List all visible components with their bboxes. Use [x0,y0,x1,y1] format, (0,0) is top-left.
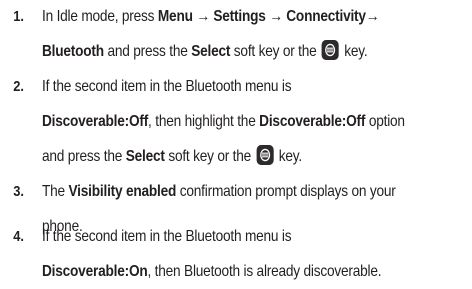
step-1: 1. In Idle mode, press Menu → Settings →… [0,0,472,69]
menu-path: Bluetooth [42,43,104,60]
step-text-line: Discoverable:Off, then highlight the Dis… [42,113,405,130]
step-text-line: Discoverable:On, then Bluetooth is alrea… [42,263,382,280]
step-text-line: If the second item in the Bluetooth menu… [42,228,292,245]
select-key-label: Select [191,43,231,60]
step-number: 4. [13,228,24,245]
step-number: 2. [13,78,24,95]
option-label: Discoverable:Off [259,113,366,130]
step-4: 4. If the second item in the Bluetooth m… [0,219,472,289]
select-key-label: Select [125,148,165,165]
step-text-line: and press the Select soft key or the key… [42,139,410,174]
step-text-line: Bluetooth and press the Select soft key … [42,34,410,69]
select-key-icon [321,40,339,60]
step-text-line: The Visibility enabled confirmation prom… [42,183,396,200]
step-text-line: If the second item in the Bluetooth menu… [42,78,292,95]
step-number: 1. [13,8,24,25]
step-2: 2. If the second item in the Bluetooth m… [0,69,472,174]
option-label: Discoverable:On [42,263,148,280]
step-number: 3. [13,183,24,200]
step-text-line: In Idle mode, press Menu → Settings → Co… [42,8,380,25]
prompt-label: Visibility enabled [68,183,177,200]
select-key-icon [256,145,274,165]
menu-path: Menu → Settings → Connectivity→ [157,8,380,25]
option-label: Discoverable:Off [42,113,149,130]
